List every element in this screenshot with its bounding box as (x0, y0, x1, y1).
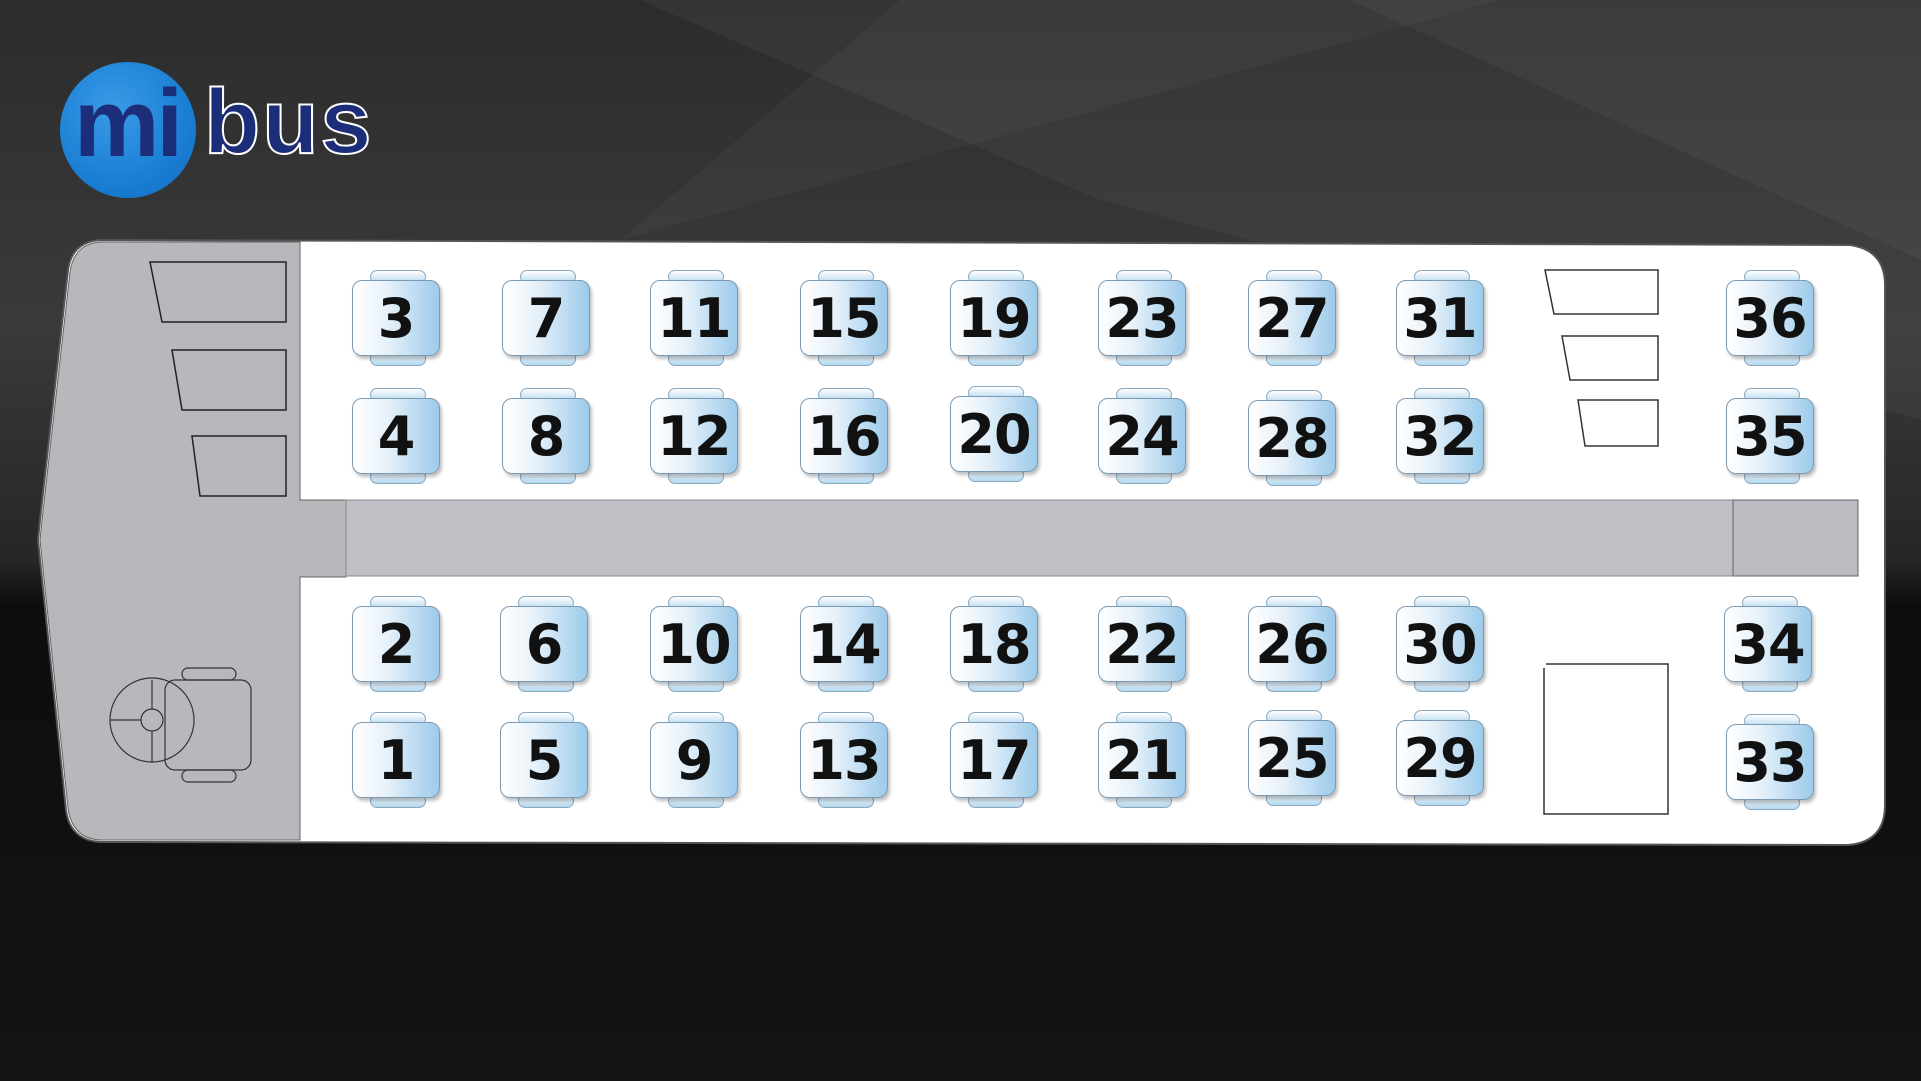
seat[interactable]: 13 (800, 712, 892, 808)
seat-number: 15 (807, 286, 881, 350)
seat-number: 36 (1733, 286, 1807, 350)
rear-door (1543, 663, 1669, 815)
seat-number: 30 (1403, 612, 1477, 676)
seat[interactable]: 16 (800, 388, 892, 484)
seat-number: 20 (957, 402, 1031, 466)
seat[interactable]: 36 (1726, 270, 1818, 366)
seat[interactable]: 19 (950, 270, 1042, 366)
seat-number: 2 (377, 612, 416, 676)
seat[interactable]: 33 (1726, 714, 1818, 810)
seat-number: 4 (377, 404, 416, 468)
rear-aisle-block (1732, 499, 1859, 577)
seat[interactable]: 22 (1098, 596, 1190, 692)
seat-number: 7 (527, 286, 566, 350)
seat[interactable]: 29 (1396, 710, 1488, 806)
seat[interactable]: 5 (500, 712, 592, 808)
seat[interactable]: 15 (800, 270, 892, 366)
seat-number: 26 (1255, 612, 1329, 676)
seat-number: 13 (807, 728, 881, 792)
seat-number: 35 (1733, 404, 1807, 468)
seat-number: 31 (1403, 286, 1477, 350)
seat-number: 29 (1403, 726, 1477, 790)
seat[interactable]: 30 (1396, 596, 1488, 692)
seat-number: 25 (1255, 726, 1329, 790)
seat[interactable]: 12 (650, 388, 742, 484)
seat-number: 34 (1731, 612, 1805, 676)
seat[interactable]: 11 (650, 270, 742, 366)
rear-panel (1561, 335, 1659, 381)
seat-number: 33 (1733, 730, 1807, 794)
seat-number: 16 (807, 404, 881, 468)
console-panel (191, 435, 287, 497)
seat[interactable]: 23 (1098, 270, 1190, 366)
seat-number: 27 (1255, 286, 1329, 350)
console-panel (149, 261, 287, 323)
seat-number: 28 (1255, 406, 1329, 470)
seat-number: 11 (657, 286, 731, 350)
seat[interactable]: 24 (1098, 388, 1190, 484)
seat[interactable]: 10 (650, 596, 742, 692)
seat-number: 8 (527, 404, 566, 468)
seat[interactable]: 6 (500, 596, 592, 692)
seat[interactable]: 14 (800, 596, 892, 692)
seat[interactable]: 8 (502, 388, 594, 484)
seat-number: 23 (1105, 286, 1179, 350)
seat-number: 5 (525, 728, 564, 792)
rear-panel (1577, 399, 1659, 447)
seat[interactable]: 35 (1726, 388, 1818, 484)
seat[interactable]: 2 (352, 596, 444, 692)
seat-number: 17 (957, 728, 1031, 792)
seat[interactable]: 21 (1098, 712, 1190, 808)
seat[interactable]: 25 (1248, 710, 1340, 806)
seat[interactable]: 34 (1724, 596, 1816, 692)
seat[interactable]: 4 (352, 388, 444, 484)
seat[interactable]: 26 (1248, 596, 1340, 692)
rear-panel (1544, 269, 1659, 315)
console-panel (171, 349, 287, 411)
seat[interactable]: 9 (650, 712, 742, 808)
seat-number: 14 (807, 612, 881, 676)
seat-number: 1 (377, 728, 416, 792)
seat[interactable]: 18 (950, 596, 1042, 692)
seat-number: 32 (1403, 404, 1477, 468)
seat-number: 3 (377, 286, 416, 350)
seat-number: 18 (957, 612, 1031, 676)
seat[interactable]: 31 (1396, 270, 1488, 366)
seat-number: 21 (1105, 728, 1179, 792)
driver-area (39, 241, 347, 841)
seat[interactable]: 27 (1248, 270, 1340, 366)
seat-number: 19 (957, 286, 1031, 350)
seat[interactable]: 3 (352, 270, 444, 366)
seat-number: 10 (657, 612, 731, 676)
seat[interactable]: 7 (502, 270, 594, 366)
seat[interactable]: 32 (1396, 388, 1488, 484)
seat-number: 12 (657, 404, 731, 468)
seat[interactable]: 1 (352, 712, 444, 808)
bus-layout (36, 238, 1886, 847)
aisle (345, 499, 1859, 577)
seat-number: 6 (525, 612, 564, 676)
seat-number: 24 (1105, 404, 1179, 468)
seat[interactable]: 28 (1248, 390, 1340, 486)
seat[interactable]: 17 (950, 712, 1042, 808)
seat-number: 22 (1105, 612, 1179, 676)
seat[interactable]: 20 (950, 386, 1042, 482)
seat-number: 9 (675, 728, 714, 792)
